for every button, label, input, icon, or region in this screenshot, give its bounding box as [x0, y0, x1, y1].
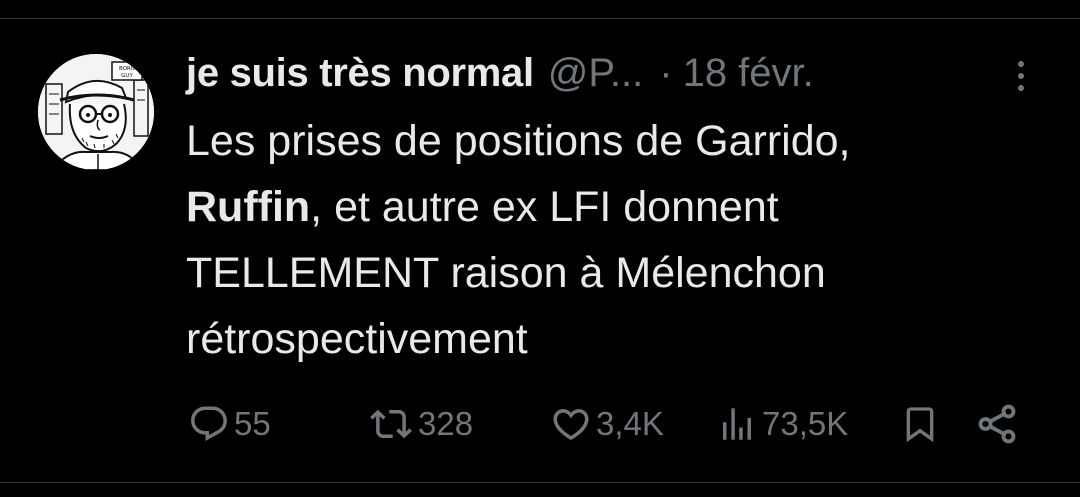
- heart-icon: [553, 409, 589, 441]
- repost-button[interactable]: 328: [368, 396, 473, 452]
- like-count: 3,4K: [596, 405, 664, 442]
- separator-dot: ·: [659, 50, 673, 95]
- views-chart-icon: [723, 408, 751, 440]
- repost-count: 328: [418, 405, 474, 442]
- share-icon: [978, 404, 1016, 444]
- bookmark-icon: [906, 407, 934, 443]
- user-handle[interactable]: @P...: [548, 51, 643, 96]
- avatar-illustration: BORN GUY: [38, 54, 154, 170]
- avatar-sign-text: BORN: [119, 66, 135, 72]
- reply-icon: [191, 406, 227, 441]
- action-bar: 55 328 3,4K 73,5K: [0, 396, 1080, 452]
- bookmark-button[interactable]: [900, 396, 940, 452]
- tweet-text-line-2-rest: , et autre ex LFI donnent: [310, 183, 779, 231]
- reply-count: 55: [234, 405, 271, 442]
- tweet-text-line-3: TELLEMENT raison à Mélenchon: [186, 249, 826, 297]
- display-name[interactable]: je suis très normal: [186, 51, 534, 96]
- reply-button[interactable]: 55: [188, 396, 271, 452]
- bold-mention: Ruffin: [186, 183, 311, 231]
- more-options-icon[interactable]: [1004, 56, 1038, 96]
- bottom-divider: [0, 482, 1080, 483]
- tweet-date[interactable]: 18 févr.: [683, 51, 814, 96]
- svg-text:GUY: GUY: [121, 73, 133, 79]
- avatar[interactable]: BORN GUY: [38, 54, 154, 170]
- tweet-text: Les prises de positions de Garrido, Ruff…: [186, 108, 1046, 372]
- repost-icon: [370, 409, 412, 439]
- views-button[interactable]: 73,5K: [716, 396, 848, 452]
- tweet-text-line-1: Les prises de positions de Garrido,: [186, 117, 851, 165]
- views-count: 73,5K: [762, 405, 849, 442]
- like-button[interactable]: 3,4K: [550, 396, 664, 452]
- top-divider: [0, 18, 1080, 19]
- tweet-text-line-2: Ruffin, et autre ex LFI donnent: [186, 174, 1046, 240]
- tweet-header: je suis très normal @P... · 18 févr.: [186, 46, 814, 100]
- share-button[interactable]: [974, 396, 1020, 452]
- tweet-text-line-4: rétrospectivement: [186, 315, 528, 363]
